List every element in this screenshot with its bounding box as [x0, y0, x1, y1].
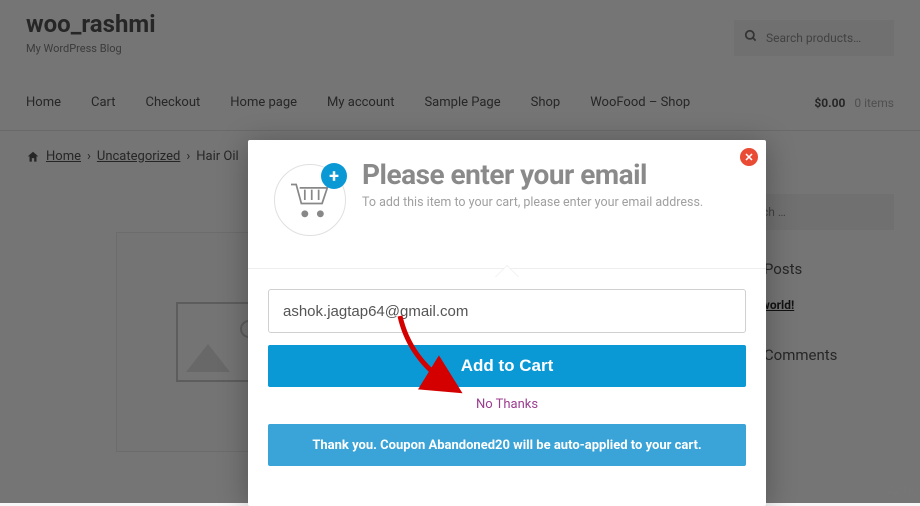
add-to-cart-button[interactable]: Add to Cart	[268, 345, 746, 387]
modal-subtitle: To add this item to your cart, please en…	[362, 195, 703, 210]
modal-title: Please enter your email	[362, 158, 703, 191]
cart-icon	[289, 181, 331, 219]
email-field[interactable]	[268, 289, 746, 333]
windows-activation-watermark: Activ	[887, 483, 918, 499]
pointer-triangle-icon	[495, 266, 519, 278]
cart-illustration: +	[274, 164, 346, 236]
plus-icon: +	[321, 163, 347, 189]
coupon-message: Thank you. Coupon Abandoned20 will be au…	[268, 424, 746, 466]
close-icon: ✕	[744, 152, 753, 163]
no-thanks-link[interactable]: No Thanks	[268, 397, 746, 412]
email-capture-modal: ✕ + Please enter your email To add this …	[248, 140, 766, 506]
close-button[interactable]: ✕	[740, 148, 758, 166]
